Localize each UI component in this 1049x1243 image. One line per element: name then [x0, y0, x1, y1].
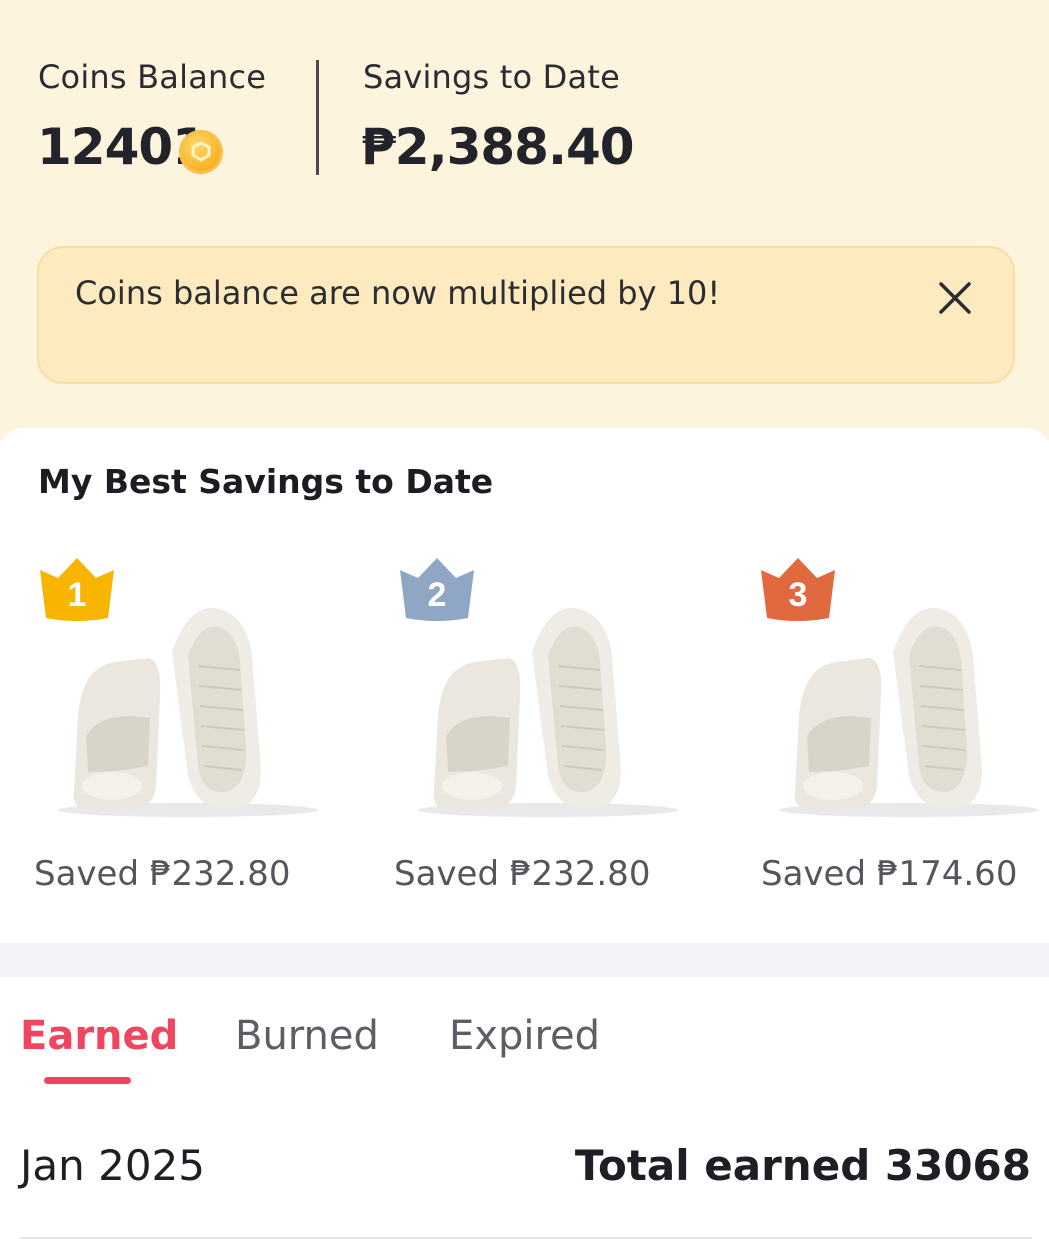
saved-amount-2: Saved ₱232.80 [394, 854, 651, 894]
svg-text:2: 2 [428, 576, 447, 614]
tab-expired[interactable]: Expired [449, 1013, 600, 1059]
best-savings-card: My Best Savings to Date 1 Saved ₱232.80 [0, 428, 1049, 943]
total-earned: Total earned 33068 [574, 1141, 1031, 1190]
best-savings-item-3[interactable]: 3 [759, 556, 1049, 856]
multiplier-notice: Coins balance are now multiplied by 10! [37, 246, 1015, 384]
header-divider [316, 60, 319, 175]
best-savings-title: My Best Savings to Date [38, 462, 494, 501]
savings-to-date-value: ₱2,388.40 [361, 118, 635, 176]
saved-amount-1: Saved ₱232.80 [34, 854, 291, 894]
notice-text: Coins balance are now multiplied by 10! [75, 274, 721, 312]
svg-text:3: 3 [789, 576, 808, 614]
savings-to-date-label: Savings to Date [363, 58, 620, 96]
slide-sandal-image [58, 607, 318, 817]
slide-sandal-image [418, 607, 678, 817]
rank-2-crown-icon: 2 [400, 558, 474, 621]
svg-text:1: 1 [68, 576, 87, 614]
close-icon[interactable] [933, 276, 977, 320]
month-label: Jan 2025 [20, 1141, 205, 1190]
coins-balance-label: Coins Balance [38, 58, 267, 96]
saved-amount-3: Saved ₱174.60 [761, 854, 1018, 894]
rank-3-crown-icon: 3 [761, 558, 835, 621]
active-tab-indicator [44, 1077, 131, 1084]
balance-header: Coins Balance 12401 Savings to Date ₱2,3… [0, 0, 1049, 440]
history-section: Earned Burned Expired Jan 2025 Total ear… [0, 977, 1049, 1243]
coin-icon [179, 130, 223, 174]
best-savings-item-1[interactable]: 1 [38, 556, 338, 856]
rank-1-crown-icon: 1 [40, 558, 114, 621]
slide-sandal-image [779, 607, 1039, 817]
section-separator [0, 943, 1049, 977]
tab-earned[interactable]: Earned [20, 1013, 178, 1059]
tab-burned[interactable]: Burned [235, 1013, 379, 1059]
row-divider [20, 1237, 1032, 1239]
best-savings-item-2[interactable]: 2 [398, 556, 698, 856]
